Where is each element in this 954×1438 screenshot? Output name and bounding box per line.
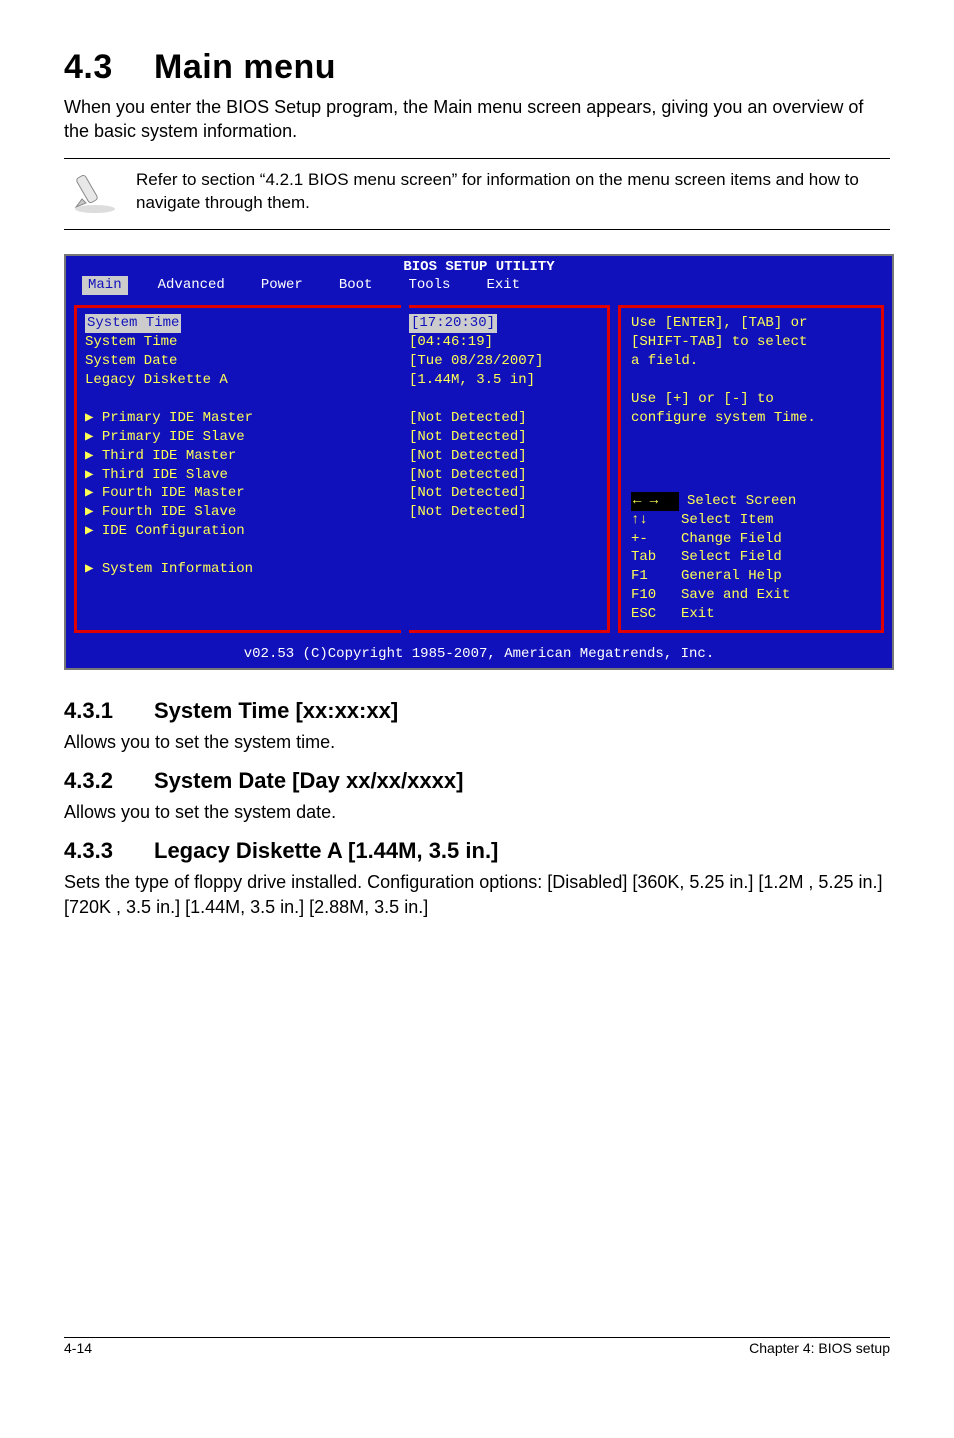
bios-footer: v02.53 (C)Copyright 1985-2007, American …: [66, 643, 892, 668]
help-key-general-help: F1General Help: [631, 567, 871, 586]
section-title: Main menu: [154, 48, 336, 86]
intro-paragraph: When you enter the BIOS Setup program, t…: [64, 95, 890, 144]
subsection-title: System Time [xx:xx:xx]: [154, 698, 398, 723]
bios-values-pane: [17:20:30] [04:46:19] [Tue 08/28/2007] […: [409, 305, 610, 633]
note-box: Refer to section “4.2.1 BIOS menu screen…: [64, 158, 890, 230]
bios-item-system-info[interactable]: ▶ System Information: [85, 560, 393, 579]
bios-val-system-time-sel[interactable]: [17:20:30]: [409, 314, 497, 333]
subsection-number: 4.3.2: [64, 768, 154, 794]
bios-val-fourth-master: [Not Detected]: [409, 484, 599, 503]
page-number: 4-14: [64, 1340, 92, 1356]
bios-tab-power[interactable]: Power: [255, 276, 309, 295]
bios-val-legacy-diskette[interactable]: [1.44M, 3.5 in]: [409, 371, 599, 390]
subsection-heading: 4.3.1System Time [xx:xx:xx]: [64, 698, 890, 724]
bios-val-system-date[interactable]: [Tue 08/28/2007]: [409, 352, 599, 371]
section-heading: 4.3Main menu: [64, 48, 890, 87]
pencil-icon: [72, 169, 118, 215]
section-number: 4.3: [64, 48, 154, 87]
bios-val-fourth-slave: [Not Detected]: [409, 503, 599, 522]
subsection-title: System Date [Day xx/xx/xxxx]: [154, 768, 463, 793]
bios-item-third-slave[interactable]: ▶ Third IDE Slave: [85, 466, 393, 485]
bios-val-system-time[interactable]: [04:46:19]: [409, 333, 599, 352]
help-key-select-item: ↑↓Select Item: [631, 511, 871, 530]
bios-item-ide-config[interactable]: ▶ IDE Configuration: [85, 522, 393, 541]
subsection-number: 4.3.3: [64, 838, 154, 864]
help-line: Use [+] or [-] to: [631, 390, 871, 409]
bios-item-system-time[interactable]: System Time: [85, 333, 393, 352]
bios-val-primary-master: [Not Detected]: [409, 409, 599, 428]
bios-item-legacy-diskette[interactable]: Legacy Diskette A: [85, 371, 393, 390]
bios-item-primary-master[interactable]: ▶ Primary IDE Master: [85, 409, 393, 428]
help-line: a field.: [631, 352, 871, 371]
help-key-exit: ESCExit: [631, 605, 871, 624]
help-line: configure system Time.: [631, 409, 871, 428]
subsection-body: Allows you to set the system time.: [64, 730, 890, 754]
bios-title: BIOS SETUP UTILITY: [66, 256, 892, 277]
bios-val-third-slave: [Not Detected]: [409, 466, 599, 485]
bios-item-primary-slave[interactable]: ▶ Primary IDE Slave: [85, 428, 393, 447]
help-key-change-field: +-Change Field: [631, 530, 871, 549]
page-footer: 4-14 Chapter 4: BIOS setup: [64, 1337, 890, 1356]
bios-menu-bar: Main Advanced Power Boot Tools Exit: [66, 276, 892, 299]
bios-tab-tools[interactable]: Tools: [402, 276, 456, 295]
bios-help-pane: Use [ENTER], [TAB] or [SHIFT-TAB] to sel…: [618, 305, 884, 633]
bios-tab-boot[interactable]: Boot: [333, 276, 379, 295]
help-line: Use [ENTER], [TAB] or: [631, 314, 871, 333]
subsection-body: Sets the type of floppy drive installed.…: [64, 870, 890, 919]
subsection-heading: 4.3.2System Date [Day xx/xx/xxxx]: [64, 768, 890, 794]
subsection-number: 4.3.1: [64, 698, 154, 724]
bios-tab-main[interactable]: Main: [82, 276, 128, 295]
bios-item-system-date[interactable]: System Date: [85, 352, 393, 371]
note-text: Refer to section “4.2.1 BIOS menu screen…: [136, 169, 882, 215]
bios-tab-advanced[interactable]: Advanced: [152, 276, 231, 295]
help-key-save-exit: F10Save and Exit: [631, 586, 871, 605]
bios-item-fourth-master[interactable]: ▶ Fourth IDE Master: [85, 484, 393, 503]
help-key-select-field: TabSelect Field: [631, 548, 871, 567]
bios-screenshot: BIOS SETUP UTILITY Main Advanced Power B…: [64, 254, 894, 670]
chapter-label: Chapter 4: BIOS setup: [749, 1340, 890, 1356]
bios-val-third-master: [Not Detected]: [409, 447, 599, 466]
bios-item-third-master[interactable]: ▶ Third IDE Master: [85, 447, 393, 466]
help-key-select-screen: ← →Select Screen: [631, 492, 871, 511]
bios-left-pane: System Time System Time System Date Lega…: [74, 305, 401, 633]
subsection-title: Legacy Diskette A [1.44M, 3.5 in.]: [154, 838, 498, 863]
bios-tab-exit[interactable]: Exit: [480, 276, 526, 295]
subsection-heading: 4.3.3Legacy Diskette A [1.44M, 3.5 in.]: [64, 838, 890, 864]
bios-item-system-time-sel[interactable]: System Time: [85, 314, 393, 333]
bios-val-primary-slave: [Not Detected]: [409, 428, 599, 447]
bios-item-fourth-slave[interactable]: ▶ Fourth IDE Slave: [85, 503, 393, 522]
subsection-body: Allows you to set the system date.: [64, 800, 890, 824]
help-line: [SHIFT-TAB] to select: [631, 333, 871, 352]
